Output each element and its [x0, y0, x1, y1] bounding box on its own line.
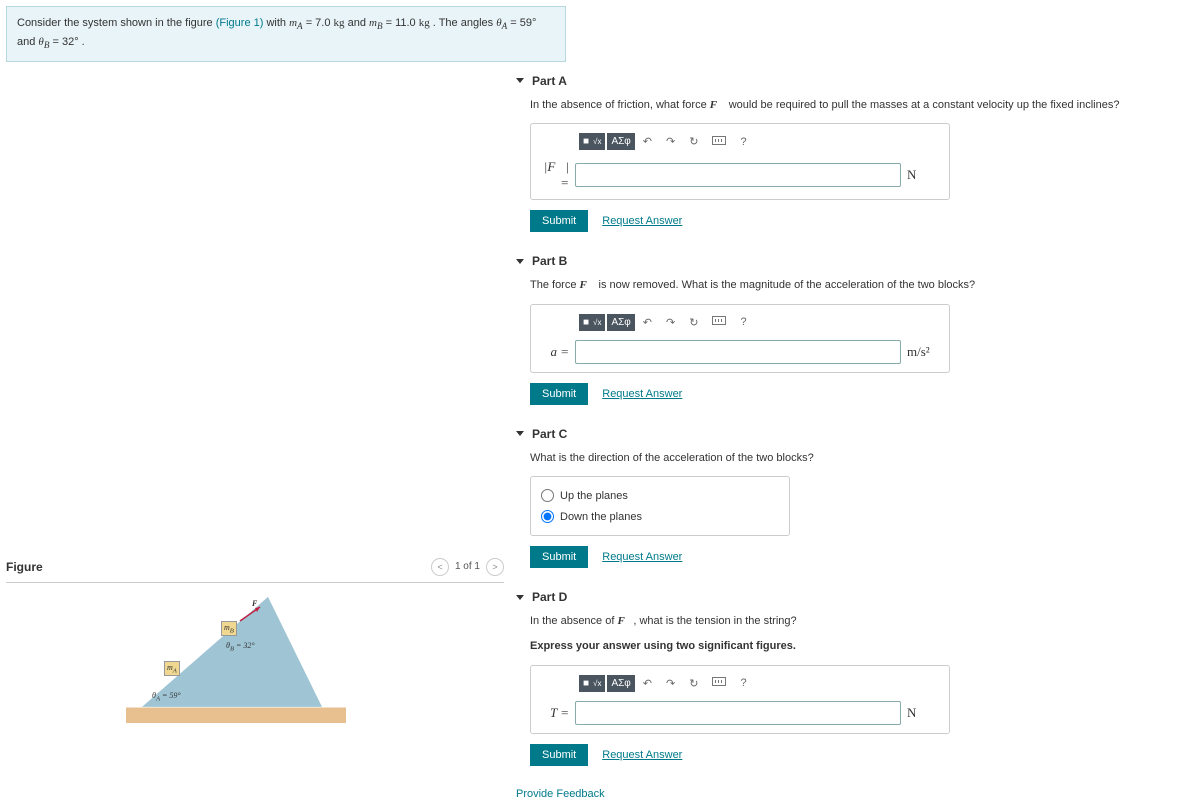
part-b-submit-button[interactable]: Submit — [530, 383, 588, 405]
variable-label: |F⃗| = — [539, 159, 569, 191]
part-c-header[interactable]: Part C — [516, 427, 1184, 441]
caret-icon — [516, 595, 524, 600]
part-a-header[interactable]: Part A — [516, 74, 1184, 88]
part-d-header[interactable]: Part D — [516, 590, 1184, 604]
part-b-input[interactable] — [575, 340, 901, 364]
figure-title: Figure — [6, 560, 43, 574]
part-d-prompt: In the absence of F⃗, what is the tensio… — [530, 614, 1184, 629]
template-tool[interactable]: ■√x — [579, 675, 605, 692]
keyboard-icon[interactable] — [706, 133, 732, 151]
redo-icon[interactable]: ↷ — [660, 313, 681, 332]
part-a: Part A In the absence of friction, what … — [516, 74, 1184, 232]
formula-toolbar: ■√x ΑΣφ ↶ ↷ ↻ ? — [579, 674, 941, 693]
next-figure-button[interactable]: > — [486, 558, 504, 576]
part-b: Part B The force F⃗ is now removed. What… — [516, 254, 1184, 404]
part-d: Part D In the absence of F⃗, what is the… — [516, 590, 1184, 766]
keyboard-icon[interactable] — [706, 674, 732, 692]
part-b-header[interactable]: Part B — [516, 254, 1184, 268]
radio-up[interactable] — [541, 489, 554, 502]
force-arrow-icon — [238, 603, 268, 623]
part-a-input[interactable] — [575, 163, 901, 187]
redo-icon[interactable]: ↷ — [660, 674, 681, 693]
part-c-submit-button[interactable]: Submit — [530, 546, 588, 568]
figure-image: θA = 59° θB = 32° mA mB F — [126, 593, 346, 723]
greek-tool[interactable]: ΑΣφ — [607, 314, 634, 331]
variable-label: T = — [539, 705, 569, 721]
pager-text: 1 of 1 — [455, 561, 480, 572]
part-b-answer-box: ■√x ΑΣφ ↶ ↷ ↻ ? a = m/s² — [530, 304, 950, 373]
greek-tool[interactable]: ΑΣφ — [607, 133, 634, 150]
part-c: Part C What is the direction of the acce… — [516, 427, 1184, 568]
variable-label: a = — [539, 344, 569, 360]
undo-icon[interactable]: ↶ — [637, 132, 658, 151]
part-d-request-answer-link[interactable]: Request Answer — [602, 749, 682, 761]
figure-section: Figure < 1 of 1 > θA = 59° θB = 32° mA m… — [6, 554, 504, 723]
part-c-prompt: What is the direction of the acceleratio… — [530, 451, 1184, 466]
help-icon[interactable]: ? — [734, 313, 752, 331]
option-down[interactable]: Down the planes — [541, 506, 779, 527]
part-d-submit-button[interactable]: Submit — [530, 744, 588, 766]
part-b-prompt: The force F⃗ is now removed. What is the… — [530, 278, 1184, 293]
template-tool[interactable]: ■√x — [579, 314, 605, 331]
redo-icon[interactable]: ↷ — [660, 132, 681, 151]
unit-label: N — [907, 167, 941, 183]
reset-icon[interactable]: ↻ — [683, 313, 704, 332]
part-b-request-answer-link[interactable]: Request Answer — [602, 388, 682, 400]
part-a-answer-box: ■√x ΑΣφ ↶ ↷ ↻ ? |F⃗| = N — [530, 123, 950, 200]
problem-statement: Consider the system shown in the figure … — [6, 6, 566, 62]
unit-label: N — [907, 705, 941, 721]
caret-icon — [516, 431, 524, 436]
reset-icon[interactable]: ↻ — [683, 132, 704, 151]
help-icon[interactable]: ? — [734, 133, 752, 151]
figure-pager: < 1 of 1 > — [431, 558, 504, 576]
unit-label: m/s² — [907, 344, 941, 360]
formula-toolbar: ■√x ΑΣφ ↶ ↷ ↻ ? — [579, 132, 941, 151]
undo-icon[interactable]: ↶ — [637, 674, 658, 693]
keyboard-icon[interactable] — [706, 313, 732, 331]
figure-link[interactable]: (Figure 1) — [216, 17, 264, 29]
greek-tool[interactable]: ΑΣφ — [607, 675, 634, 692]
txt: Consider the system shown in the figure — [17, 17, 216, 29]
caret-icon — [516, 259, 524, 264]
part-d-input[interactable] — [575, 701, 901, 725]
part-c-options: Up the planes Down the planes — [530, 476, 790, 536]
reset-icon[interactable]: ↻ — [683, 674, 704, 693]
prev-figure-button[interactable]: < — [431, 558, 449, 576]
help-icon[interactable]: ? — [734, 674, 752, 692]
template-tool[interactable]: ■√x — [579, 133, 605, 150]
provide-feedback-link[interactable]: Provide Feedback — [516, 788, 1184, 800]
part-a-request-answer-link[interactable]: Request Answer — [602, 215, 682, 227]
part-d-express: Express your answer using two significan… — [530, 639, 1184, 654]
option-up[interactable]: Up the planes — [541, 485, 779, 506]
part-d-answer-box: ■√x ΑΣφ ↶ ↷ ↻ ? T = N — [530, 665, 950, 734]
formula-toolbar: ■√x ΑΣφ ↶ ↷ ↻ ? — [579, 313, 941, 332]
radio-down[interactable] — [541, 510, 554, 523]
undo-icon[interactable]: ↶ — [637, 313, 658, 332]
part-a-submit-button[interactable]: Submit — [530, 210, 588, 232]
caret-icon — [516, 78, 524, 83]
part-a-prompt: In the absence of friction, what force F… — [530, 98, 1184, 113]
part-c-request-answer-link[interactable]: Request Answer — [602, 551, 682, 563]
